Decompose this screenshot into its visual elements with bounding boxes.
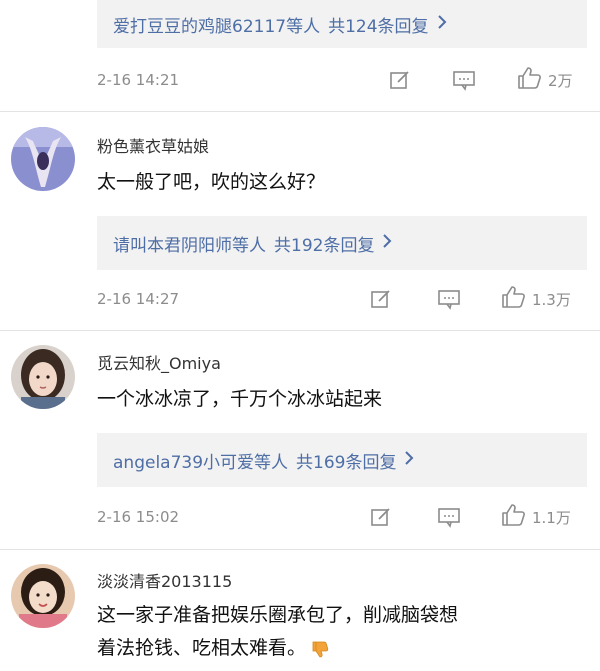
chevron-right-icon — [382, 234, 392, 252]
comment-icon[interactable] — [437, 504, 461, 530]
comment-meta-row: 2-16 14:21 2万 — [97, 67, 587, 93]
comment-icon[interactable] — [437, 286, 461, 312]
comment-text: 一个冰冰凉了，千万个冰冰站起来 — [97, 388, 383, 410]
comment-text: 这一家子准备把娱乐圈承包了，削减脑袋想 着法抢钱、吃相太难看。 — [97, 599, 592, 665]
username[interactable]: 觅云知秋_Omiya — [97, 350, 221, 374]
like-button[interactable]: 2万 — [516, 67, 573, 93]
comment-time: 2-16 15:02 — [97, 508, 180, 526]
avatar[interactable] — [11, 127, 75, 191]
reply-count[interactable]: 共124条回复 — [328, 12, 428, 37]
avatar[interactable] — [11, 564, 75, 628]
thumbs-up-icon — [516, 66, 542, 94]
comment-time: 2-16 14:21 — [97, 71, 180, 89]
divider — [0, 111, 600, 112]
like-button[interactable]: 1.1万 — [500, 504, 571, 530]
comment-text-line: 这一家子准备把娱乐圈承包了，削减脑袋想 — [97, 604, 459, 626]
like-count: 1.1万 — [532, 508, 571, 527]
thumbs-up-icon — [500, 503, 526, 531]
reply-count[interactable]: 共169条回复 — [296, 448, 396, 473]
thumbs-down-emoji-icon — [310, 639, 330, 659]
username[interactable]: 粉色薰衣草姑娘 — [97, 133, 209, 157]
edit-icon[interactable] — [389, 67, 411, 93]
divider — [0, 330, 600, 331]
chevron-right-icon — [437, 15, 447, 33]
chevron-right-icon — [404, 451, 414, 469]
reply-summary[interactable]: 请叫本君阴阳师等人 共192条回复 — [97, 216, 587, 270]
comment-time: 2-16 14:27 — [97, 290, 180, 308]
edit-icon[interactable] — [370, 286, 392, 312]
reply-names[interactable]: angela739小可爱等人 — [113, 448, 288, 473]
like-button[interactable]: 1.3万 — [500, 286, 571, 312]
avatar[interactable] — [11, 345, 75, 409]
reply-summary[interactable]: 爱打豆豆的鸡腿62117等人 共124条回复 — [97, 0, 587, 48]
divider — [0, 549, 600, 550]
comment-text-line: 着法抢钱、吃相太难看。 — [97, 632, 592, 665]
comment-meta-row: 2-16 15:02 1.1万 — [97, 504, 587, 530]
thumbs-up-icon — [500, 285, 526, 313]
comment-text: 太一般了吧，吹的这么好？ — [97, 171, 326, 193]
like-count: 2万 — [548, 71, 573, 90]
reply-count[interactable]: 共192条回复 — [274, 231, 374, 256]
edit-icon[interactable] — [370, 504, 392, 530]
comment-icon[interactable] — [452, 67, 476, 93]
reply-summary[interactable]: angela739小可爱等人 共169条回复 — [97, 433, 587, 487]
like-count: 1.3万 — [532, 290, 571, 309]
username[interactable]: 淡淡清香2013115 — [97, 568, 232, 592]
reply-names[interactable]: 爱打豆豆的鸡腿62117等人 — [113, 12, 320, 37]
reply-names[interactable]: 请叫本君阴阳师等人 — [113, 231, 266, 256]
comment-meta-row: 2-16 14:27 1.3万 — [97, 286, 587, 312]
